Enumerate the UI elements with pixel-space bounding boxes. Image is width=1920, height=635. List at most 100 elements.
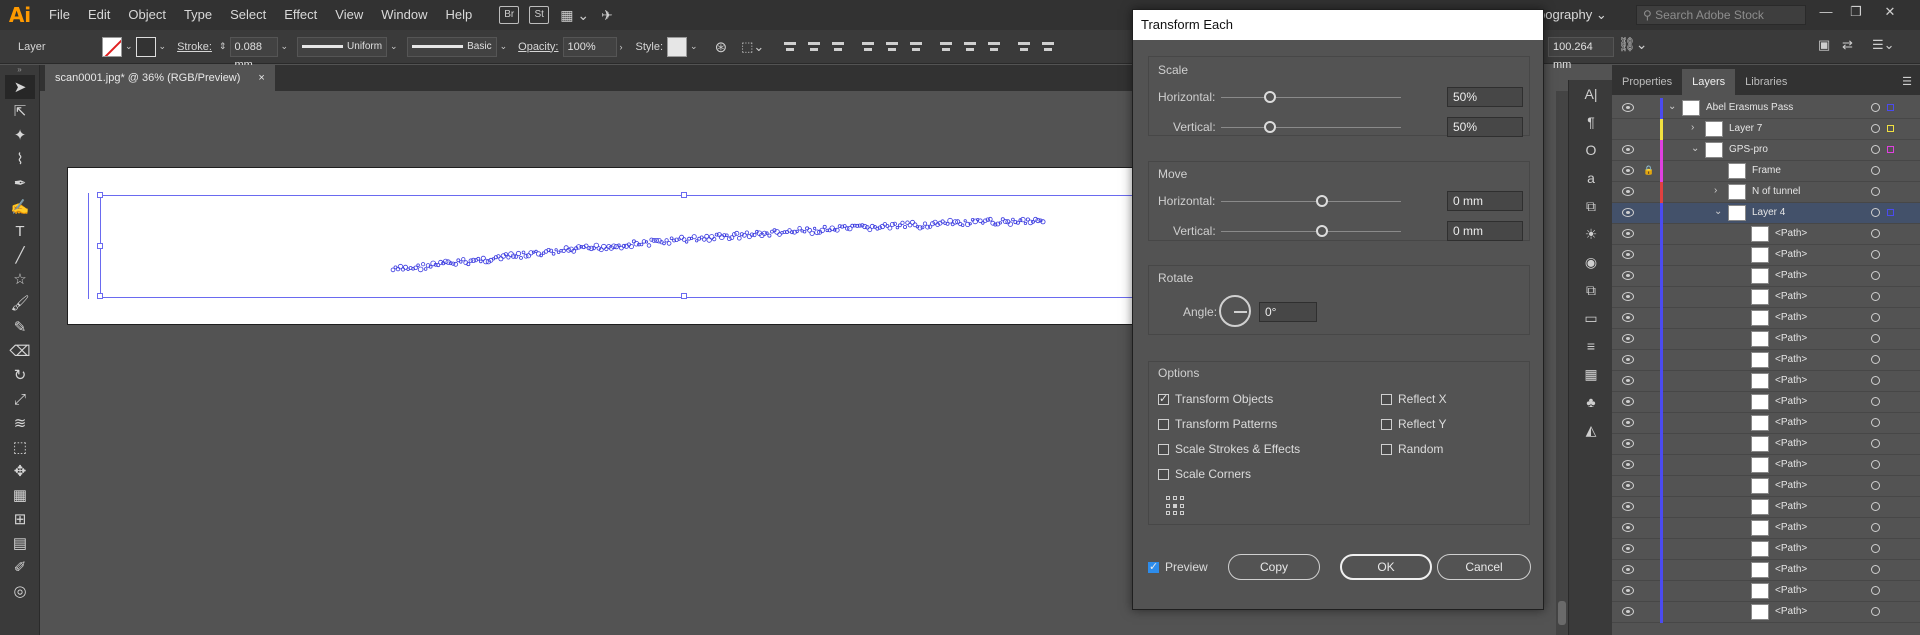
appearance-panel-icon[interactable]: ☀ [1569,220,1613,248]
selection-indicator[interactable] [1887,146,1894,153]
handle-top-center[interactable] [681,192,687,198]
layer-name[interactable]: <Path> [1775,480,1807,491]
visibility-eye-icon[interactable] [1622,397,1634,406]
handle-bottom-left[interactable] [97,293,103,299]
visibility-eye-icon[interactable] [1622,292,1634,301]
curvature-tool-icon[interactable]: ✍ [5,195,35,219]
mesh-tool-icon[interactable]: ⊞ [5,507,35,531]
distribute-top-icon[interactable] [938,39,954,55]
transform-objects-checkbox[interactable]: Transform Objects [1158,392,1273,406]
expand-arrow-icon[interactable]: › [1714,185,1717,196]
layer-name[interactable]: <Path> [1775,438,1807,449]
layer-row[interactable]: <Path> [1612,287,1920,308]
fill-swatch[interactable] [102,36,122,57]
layer-row[interactable]: <Path> [1612,392,1920,413]
target-circle-icon[interactable] [1871,166,1880,175]
line-tool-icon[interactable]: ╱ [5,243,35,267]
target-circle-icon[interactable] [1871,334,1880,343]
vertical-scrollbar[interactable] [1556,91,1568,635]
layer-row[interactable]: <Path> [1612,518,1920,539]
visibility-eye-icon[interactable] [1622,208,1634,217]
random-checkbox[interactable]: Random [1381,442,1443,456]
layer-row[interactable]: <Path> [1612,308,1920,329]
visibility-eye-icon[interactable] [1622,187,1634,196]
layer-name[interactable]: <Path> [1775,543,1807,554]
character-styles-icon[interactable]: a [1569,164,1613,192]
character-panel-icon[interactable]: A| [1569,80,1613,108]
layer-row[interactable]: <Path> [1612,539,1920,560]
close-icon[interactable]: ✕ [1876,0,1904,28]
visibility-eye-icon[interactable] [1622,271,1634,280]
horizontal-align-center-icon[interactable] [806,39,822,55]
warp-tool-icon[interactable]: ≋ [5,411,35,435]
visibility-eye-icon[interactable] [1622,523,1634,532]
angle-field[interactable]: 0° [1259,302,1317,322]
menu-window[interactable]: Window [372,0,436,30]
target-circle-icon[interactable] [1871,208,1880,217]
scale-vertical-knob[interactable] [1264,121,1276,133]
visibility-eye-icon[interactable] [1622,607,1634,616]
visibility-eye-icon[interactable] [1622,103,1634,112]
target-circle-icon[interactable] [1871,481,1880,490]
target-circle-icon[interactable] [1871,586,1880,595]
target-circle-icon[interactable] [1871,271,1880,280]
vertical-align-top-icon[interactable] [860,39,876,55]
visibility-eye-icon[interactable] [1622,229,1634,238]
gpu-performance-icon[interactable]: ✈ [601,7,613,24]
transparency-panel-icon[interactable]: ⧉ [1569,276,1613,304]
width-field[interactable]: 100.264 mm [1548,37,1614,71]
perspective-grid-tool-icon[interactable]: ▦ [5,483,35,507]
stock-search-input[interactable]: ⚲ Search Adobe Stock [1636,5,1806,25]
menu-file[interactable]: File [40,0,79,30]
opacity-field[interactable]: 100% [562,36,617,57]
scale-vertical-field[interactable]: 50% [1447,117,1523,137]
layer-name[interactable]: <Path> [1775,249,1807,260]
layer-name[interactable]: <Path> [1775,270,1807,281]
visibility-eye-icon[interactable] [1622,145,1634,154]
scale-corners-checkbox[interactable]: Scale Corners [1158,467,1251,481]
stroke-label[interactable]: Stroke: [177,41,212,53]
target-circle-icon[interactable] [1871,607,1880,616]
visibility-eye-icon[interactable] [1622,439,1634,448]
visibility-eye-icon[interactable] [1622,313,1634,322]
target-circle-icon[interactable] [1871,397,1880,406]
layer-name[interactable]: <Path> [1775,564,1807,575]
expand-arrow-icon[interactable]: ⌄ [1691,143,1699,154]
eraser-tool-icon[interactable]: ⌫ [5,339,35,363]
target-circle-icon[interactable] [1871,292,1880,301]
layer-row[interactable]: <Path> [1612,602,1920,623]
layer-row[interactable]: <Path> [1612,329,1920,350]
scale-horizontal-knob[interactable] [1264,91,1276,103]
layer-name[interactable]: <Path> [1775,585,1807,596]
layer-row[interactable]: › N of tunnel [1612,182,1920,203]
control-bar-menu-icon[interactable]: ☰⌄ [1872,37,1895,53]
brush-definition[interactable]: Basic [406,36,497,57]
vertical-align-center-icon[interactable] [884,39,900,55]
layer-name[interactable]: <Path> [1775,291,1807,302]
target-circle-icon[interactable] [1871,565,1880,574]
paragraph-styles-icon[interactable]: ⧉ [1569,192,1613,220]
layer-name[interactable]: <Path> [1775,396,1807,407]
scrollbar-thumb[interactable] [1558,601,1566,625]
target-circle-icon[interactable] [1871,544,1880,553]
align-to-icon[interactable]: ⬚⌄ [741,39,764,55]
paragraph-panel-icon[interactable]: ¶ [1569,108,1613,136]
layer-row[interactable]: <Path> [1612,581,1920,602]
opacity-label[interactable]: Opacity: [518,41,558,53]
stroke-stepper-icon[interactable]: ⇕ [219,41,227,52]
visibility-eye-icon[interactable] [1622,250,1634,259]
workspace-switcher[interactable]: pography ⌄ [1538,0,1607,30]
target-circle-icon[interactable] [1871,376,1880,385]
layer-row[interactable]: <Path> [1612,560,1920,581]
constrain-proportions-icon[interactable]: ⛓⌄ [1618,36,1648,53]
toolbar-collapse-icon[interactable]: » [0,65,39,75]
visibility-eye-icon[interactable] [1622,334,1634,343]
close-tab-icon[interactable]: × [258,65,264,91]
menu-edit[interactable]: Edit [79,0,119,30]
reflect-y-checkbox[interactable]: Reflect Y [1381,417,1446,431]
visibility-eye-icon[interactable] [1622,565,1634,574]
scale-strokes-checkbox[interactable]: Scale Strokes & Effects [1158,442,1300,456]
target-circle-icon[interactable] [1871,460,1880,469]
reference-point-icon[interactable] [1166,496,1186,516]
scale-horizontal-slider[interactable] [1221,97,1401,98]
